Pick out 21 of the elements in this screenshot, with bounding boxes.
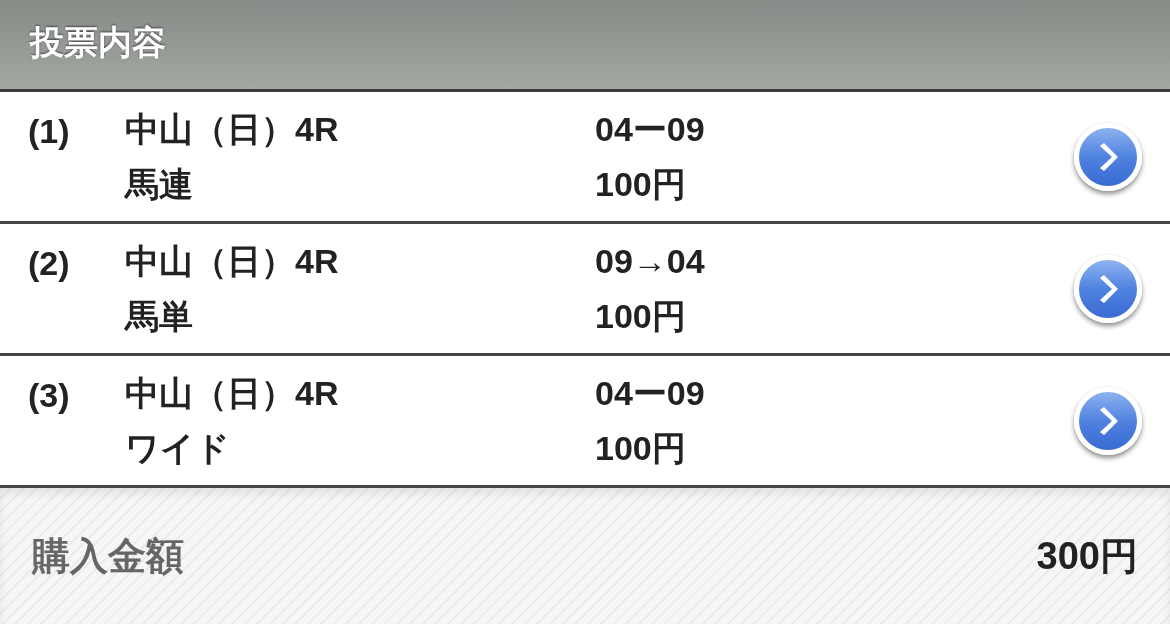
bet-number: (2) [28,244,70,282]
bet-number: (3) [28,376,70,414]
total-label: 購入金額 [32,533,184,579]
bet-amount: 100円 [595,427,686,469]
bet-type: ワイド [125,427,230,469]
bet-amount: 100円 [595,163,686,205]
horse-combination: 04ー09 [595,108,705,150]
horse-combination: 09→04 [595,240,705,282]
chevron-right-icon [1098,406,1118,435]
bet-type: 馬単 [125,295,193,337]
bet-number: (1) [28,112,70,150]
total-amount: 300円 [1036,533,1138,579]
bet-type: 馬連 [125,163,193,205]
race-name: 中山（日）4R [125,108,339,150]
horse-combination: 04ー09 [595,372,705,414]
race-name: 中山（日）4R [125,240,339,282]
chevron-right-icon [1098,142,1118,171]
chevron-right-icon [1098,274,1118,303]
race-name: 中山（日）4R [125,372,339,414]
bet-amount: 100円 [595,295,686,337]
header-title: 投票内容 [30,22,166,63]
